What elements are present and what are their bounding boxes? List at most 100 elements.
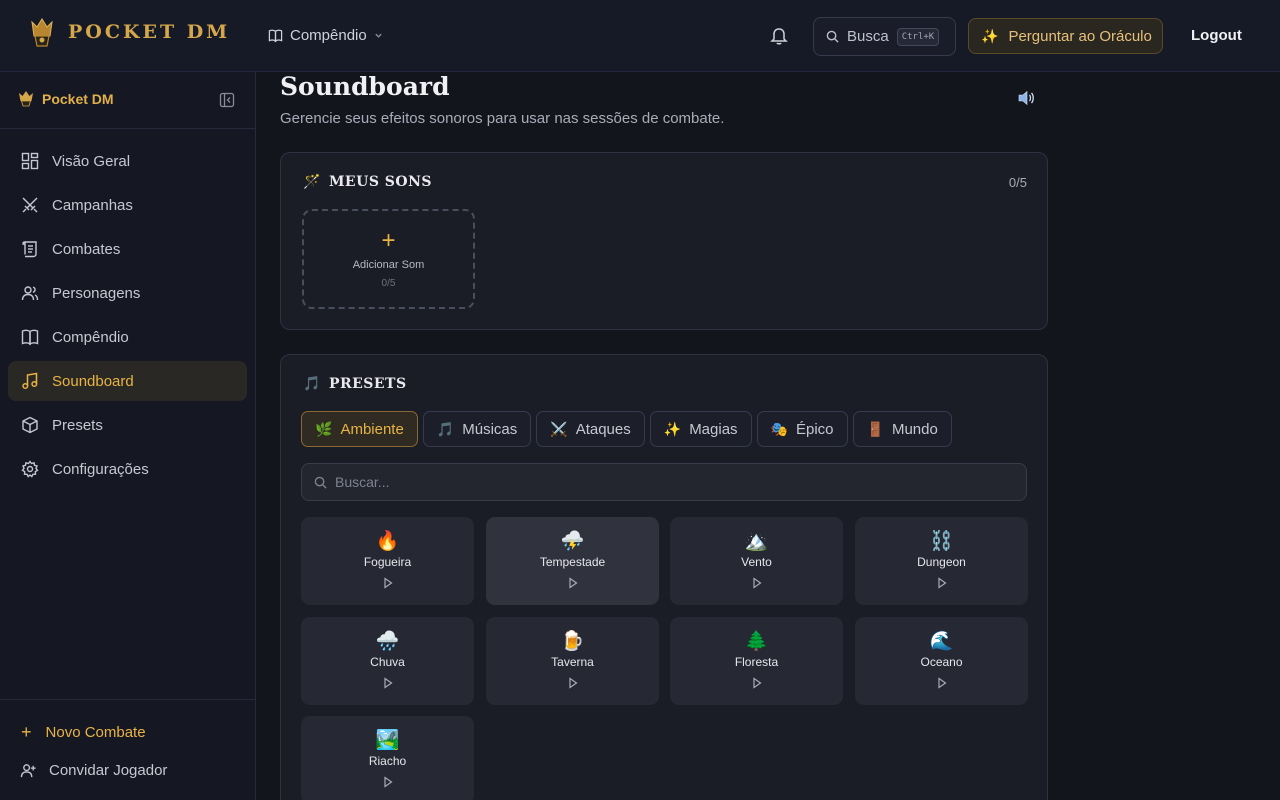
presets-card: 🎵 PRESETS 🌿 Ambiente 🎵 Músicas ⚔️ Ataques ✨… — [280, 354, 1048, 800]
sidebar-divider — [0, 699, 255, 700]
tab-attacks[interactable]: ⚔️ Ataques — [536, 411, 645, 447]
brand-name: POCKET DM — [68, 21, 231, 43]
sound-tile-taverna[interactable]: 🍺 Taverna — [486, 617, 659, 705]
top-bar: POCKET DM Compêndio Busca Ctrl+K ✨ Pergu… — [0, 0, 1280, 72]
fire-icon: 🔥 — [375, 531, 400, 552]
sound-tile-fogueira[interactable]: 🔥 Fogueira — [301, 517, 474, 605]
invite-player-button[interactable]: Convidar Jogador — [20, 762, 167, 779]
tree-icon: 🌲 — [744, 631, 769, 652]
sidebar-item-presets[interactable]: Presets — [8, 405, 247, 445]
sidebar-item-overview[interactable]: Visão Geral — [8, 141, 247, 181]
scroll-icon — [22, 241, 37, 258]
sound-tile-floresta[interactable]: 🌲 Floresta — [670, 617, 843, 705]
sidebar-item-label: Configurações — [52, 460, 149, 478]
sidebar-item-compendium[interactable]: Compêndio — [8, 317, 247, 357]
sidebar-item-campaigns[interactable]: Campanhas — [8, 185, 247, 225]
sound-tile-riacho[interactable]: 🏞️ Riacho — [301, 716, 474, 800]
mountain-icon: 🏔️ — [744, 531, 769, 552]
tab-ambient[interactable]: 🌿 Ambiente — [301, 411, 418, 447]
sidebar-divider — [0, 128, 255, 129]
tab-magic[interactable]: ✨ Magias — [649, 411, 752, 447]
sidebar-item-soundboard[interactable]: Soundboard — [8, 361, 247, 401]
sound-tile-vento[interactable]: 🏔️ Vento — [670, 517, 843, 605]
sidebar-item-settings[interactable]: Configurações — [8, 449, 247, 489]
new-combat-label: Novo Combate — [45, 724, 146, 741]
sidebar-item-characters[interactable]: Personagens — [8, 273, 247, 313]
music-note-icon: 🎵 — [303, 376, 321, 392]
sound-tile-oceano[interactable]: 🌊 Oceano — [855, 617, 1028, 705]
sound-tile-dungeon[interactable]: ⛓️ Dungeon — [855, 517, 1028, 605]
sound-name: Floresta — [734, 655, 779, 669]
tab-music[interactable]: 🎵 Músicas — [422, 411, 532, 447]
play-icon[interactable] — [937, 577, 947, 589]
global-search[interactable]: Busca Ctrl+K — [813, 17, 956, 56]
sidebar-item-label: Campanhas — [52, 196, 133, 214]
wand-icon: 🪄 — [303, 174, 321, 190]
my-sounds-header: 🪄 MEUS SONS — [303, 174, 432, 190]
page-subtitle: Gerencie seus efeitos sonoros para usar … — [280, 110, 725, 127]
storm-icon: ⛈️ — [560, 531, 585, 552]
landscape-icon: 🏞️ — [375, 730, 400, 751]
collapse-sidebar-icon[interactable] — [219, 92, 235, 108]
beer-mug-icon: 🍺 — [560, 631, 585, 652]
sound-name: Fogueira — [363, 555, 412, 569]
add-sound-count: 0/5 — [381, 278, 396, 289]
play-icon[interactable] — [383, 677, 393, 689]
play-icon[interactable] — [383, 577, 393, 589]
swords-icon — [22, 197, 38, 213]
search-label: Busca — [847, 28, 889, 45]
my-sounds-card: 🪄 MEUS SONS 0/5 + Adicionar Som 0/5 — [280, 152, 1048, 330]
play-icon[interactable] — [752, 577, 762, 589]
speaker-icon[interactable] — [1017, 90, 1035, 106]
book-icon — [268, 29, 283, 43]
users-icon — [21, 286, 39, 301]
tab-label: Épico — [795, 420, 834, 438]
sound-tile-tempestade[interactable]: ⛈️ Tempestade — [486, 517, 659, 605]
sound-name: Vento — [741, 555, 772, 569]
play-icon[interactable] — [383, 776, 393, 788]
sidebar-item-label: Personagens — [52, 284, 141, 302]
sparkles-icon: ✨ — [981, 27, 999, 44]
tab-label: Ambiente — [340, 420, 404, 438]
play-icon[interactable] — [752, 677, 762, 689]
new-combat-button[interactable]: + Novo Combate — [21, 722, 146, 743]
preset-search-input[interactable]: Buscar... — [301, 463, 1027, 501]
music-icon — [22, 372, 38, 390]
tab-label: Ataques — [575, 420, 631, 438]
sidebar-item-label: Visão Geral — [52, 152, 131, 170]
theater-masks-icon: 🎭 — [770, 420, 788, 437]
sound-name: Dungeon — [917, 555, 966, 569]
sound-tile-chuva[interactable]: 🌧️ Chuva — [301, 617, 474, 705]
bell-icon[interactable] — [769, 26, 789, 46]
book-icon — [21, 329, 39, 346]
logout-button[interactable]: Logout — [1191, 27, 1242, 44]
brand-logo[interactable]: POCKET DM — [30, 16, 230, 48]
presets-title: PRESETS — [328, 376, 407, 392]
compendium-menu[interactable]: Compêndio — [268, 27, 383, 44]
my-sounds-count: 0/5 — [1008, 175, 1027, 190]
sound-name: Oceano — [920, 655, 963, 669]
grid-icon — [21, 152, 39, 170]
rain-cloud-icon: 🌧️ — [375, 631, 400, 652]
crown-icon — [31, 18, 53, 47]
search-shortcut: Ctrl+K — [896, 27, 940, 46]
ask-oracle-button[interactable]: ✨ Perguntar ao Oráculo — [968, 18, 1163, 54]
plus-icon: + — [381, 227, 396, 254]
compendium-label: Compêndio — [290, 27, 367, 44]
presets-header: 🎵 PRESETS — [303, 376, 407, 392]
sidebar-item-combats[interactable]: Combates — [8, 229, 247, 269]
play-icon[interactable] — [568, 577, 578, 589]
play-icon[interactable] — [937, 677, 947, 689]
tab-label: Magias — [689, 420, 738, 438]
add-sound-label: Adicionar Som — [352, 259, 425, 271]
sidebar-item-label: Soundboard — [52, 372, 134, 390]
add-sound-button[interactable]: + Adicionar Som 0/5 — [302, 209, 475, 309]
sidebar-header: Pocket DM — [18, 90, 114, 107]
tab-world[interactable]: 🚪 Mundo — [852, 411, 952, 447]
tab-epic[interactable]: 🎭 Épico — [756, 411, 848, 447]
play-icon[interactable] — [568, 677, 578, 689]
sidebar-item-label: Presets — [52, 416, 103, 434]
search-icon — [314, 476, 327, 489]
sound-name: Tempestade — [539, 555, 606, 569]
invite-label: Convidar Jogador — [49, 762, 168, 779]
